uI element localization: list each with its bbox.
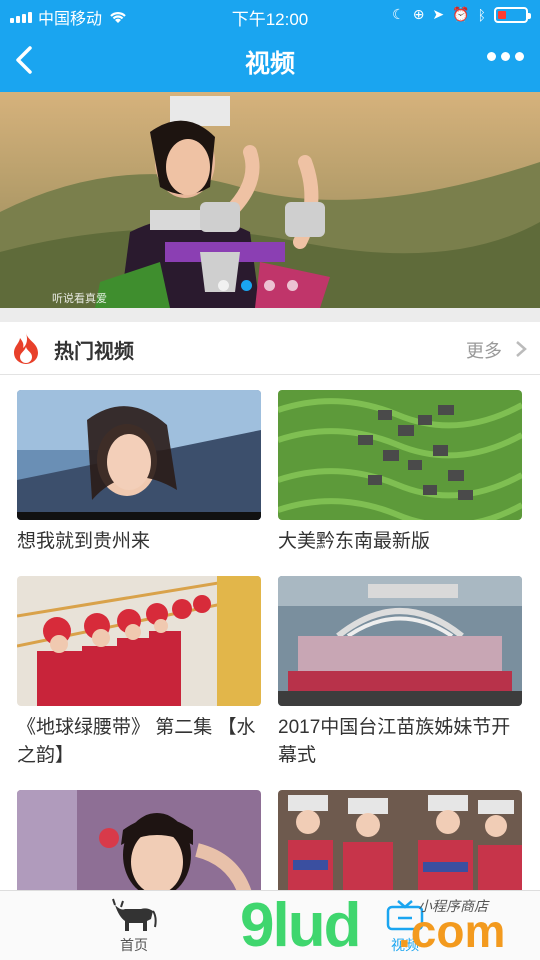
video-thumbnail[interactable]: [278, 390, 522, 520]
orientation-lock-icon: ⊕: [412, 6, 425, 22]
video-thumbnail[interactable]: [278, 576, 522, 706]
video-thumbnail[interactable]: [17, 390, 261, 520]
video-card[interactable]: 2017中国台江苗族姊妹节开幕式: [278, 576, 522, 770]
video-card[interactable]: 大美黔东南最新版: [278, 390, 522, 556]
page-title: 视频: [244, 50, 295, 78]
carousel-dot[interactable]: [264, 280, 275, 291]
banner-image: [0, 92, 540, 308]
nav-bar: 视频: [0, 30, 540, 92]
tab-label: 视频: [391, 937, 419, 953]
banner-carousel[interactable]: [0, 92, 540, 308]
alarm-icon: ⏰: [452, 6, 470, 22]
tab-home[interactable]: 首页: [74, 897, 194, 955]
tab-video[interactable]: 视频: [345, 897, 465, 955]
battery-icon: [494, 6, 531, 23]
section-title: 热门视频: [54, 341, 134, 363]
tv-icon: [386, 900, 424, 931]
section-header: 热门视频 更多: [0, 322, 540, 375]
chevron-right-icon[interactable]: [514, 339, 528, 359]
banner-caption: 听说看真爱: [52, 293, 107, 305]
tab-label: 首页: [120, 937, 148, 953]
video-title[interactable]: 2017中国台江苗族姊妹节开幕式: [278, 714, 522, 770]
moon-icon: ☾: [392, 6, 405, 22]
more-link[interactable]: 更多: [466, 337, 502, 363]
carousel-dot[interactable]: [218, 280, 229, 291]
video-card[interactable]: 《地球绿腰带》 第二集 【水之韵】: [17, 576, 261, 770]
video-title[interactable]: 《地球绿腰带》 第二集 【水之韵】: [17, 714, 261, 770]
video-title[interactable]: 大美黔东南最新版: [278, 528, 522, 556]
top-bar: 中国移动 下午12:00 ☾ ⊕ ➤ ⏰ ᛒ 视频: [0, 0, 540, 92]
location-icon: ➤: [432, 6, 445, 22]
section-divider: [0, 308, 540, 322]
fire-icon: [14, 333, 38, 364]
status-bar: 中国移动 下午12:00 ☾ ⊕ ➤ ⏰ ᛒ: [0, 0, 540, 30]
bull-icon: [112, 898, 157, 931]
video-card[interactable]: 想我就到贵州来: [17, 390, 261, 556]
carousel-dot[interactable]: [287, 280, 298, 291]
video-thumbnail[interactable]: [17, 576, 261, 706]
carousel-dot-active[interactable]: [241, 280, 252, 291]
carousel-indicator: [218, 280, 298, 291]
tab-bar: 首页 视频: [0, 890, 540, 960]
more-options-button[interactable]: [487, 52, 524, 61]
bluetooth-icon: ᛒ: [477, 6, 486, 23]
video-title[interactable]: 想我就到贵州来: [17, 528, 261, 556]
